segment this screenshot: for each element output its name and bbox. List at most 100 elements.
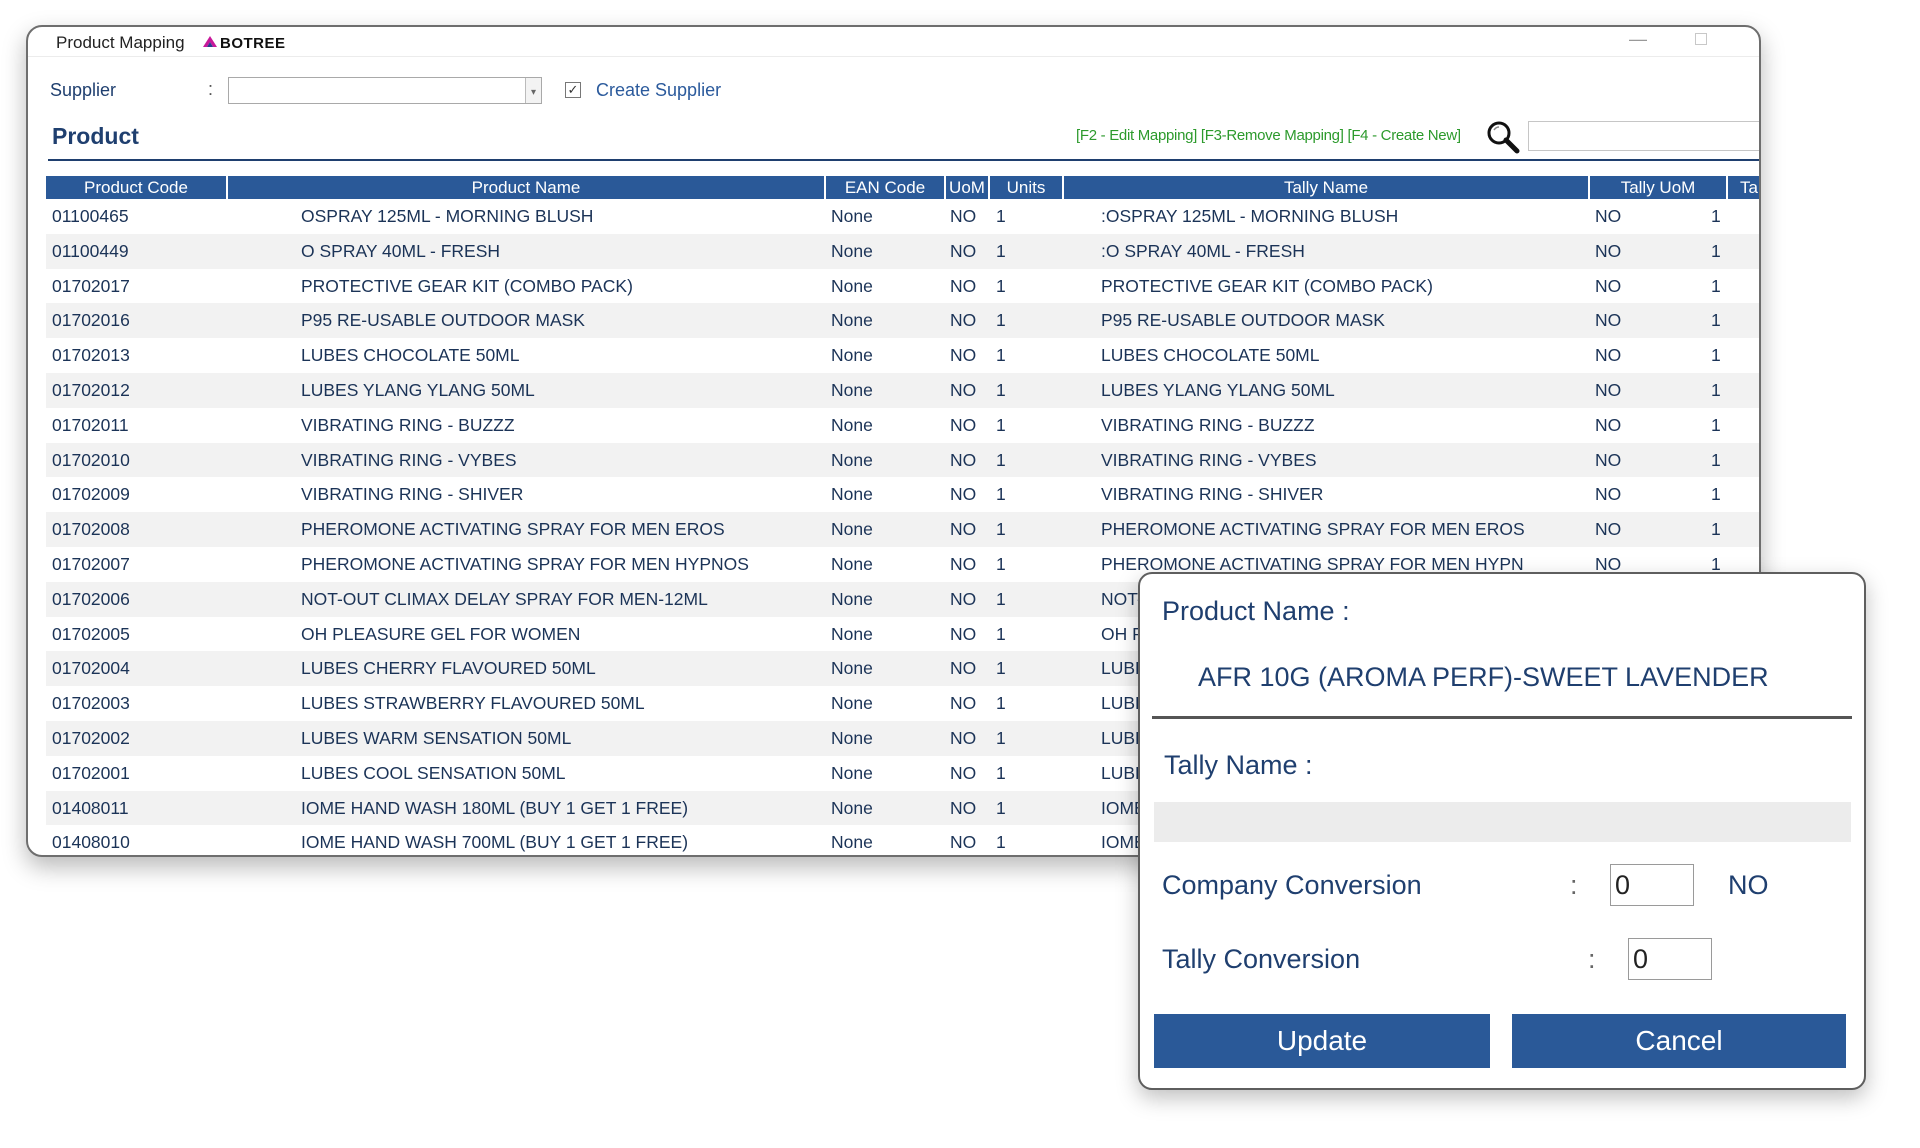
column-header-uom[interactable]: UoM — [946, 176, 990, 199]
table-row[interactable]: 01702017 PROTECTIVE GEAR KIT (COMBO PACK)… — [46, 269, 1759, 304]
cell-uom: NO — [950, 275, 977, 296]
dialog-divider — [1152, 716, 1852, 719]
column-header-units[interactable]: Units — [990, 176, 1064, 199]
tally-conversion-input[interactable]: 0 — [1628, 938, 1712, 980]
cell-product-code: 01702010 — [52, 449, 130, 470]
cell-tally: 1 — [1711, 275, 1721, 296]
cell-ean-code: None — [831, 310, 873, 331]
cell-tally-name: PHEROMONE ACTIVATING SPRAY FOR MEN EROS — [1101, 519, 1525, 540]
table-row[interactable]: 01702013 LUBES CHOCOLATE 50ML None NO 1 LUBES… — [46, 338, 1759, 373]
cell-uom: NO — [950, 658, 977, 679]
chevron-down-icon[interactable]: ▾ — [525, 78, 541, 103]
search-input[interactable] — [1528, 121, 1759, 151]
cell-tally-name: PROTECTIVE GEAR KIT (COMBO PACK) — [1101, 275, 1433, 296]
cell-uom: NO — [950, 240, 977, 261]
cell-product-code: 01702013 — [52, 345, 130, 366]
supplier-label: Supplier — [50, 80, 117, 100]
create-supplier-label[interactable]: Create Supplier — [596, 80, 721, 101]
cell-ean-code: None — [831, 623, 873, 644]
cell-units: 1 — [996, 240, 1006, 261]
cell-units: 1 — [996, 588, 1006, 609]
search-icon[interactable] — [1485, 119, 1521, 155]
cell-uom: NO — [950, 797, 977, 818]
product-name-label: Product Name : — [1162, 596, 1350, 626]
cell-ean-code: None — [831, 832, 873, 853]
table-row[interactable]: 01100449 O SPRAY 40ML - FRESH None NO 1:O SP… — [46, 233, 1759, 269]
cell-units: 1 — [996, 206, 1006, 226]
cell-uom: NO — [950, 484, 977, 505]
cell-uom: NO — [950, 206, 977, 226]
cell-product-code: 01702003 — [52, 693, 130, 714]
cell-tally: 1 — [1711, 484, 1721, 505]
cell-product-code: 01100449 — [52, 240, 129, 261]
cell-tally-name: LUBES CHOCOLATE 50ML — [1101, 345, 1320, 366]
column-header-tally-name[interactable]: Tally Name — [1064, 176, 1590, 199]
cell-tally-uom: NO — [1595, 449, 1622, 470]
cell-tally: 1 — [1711, 345, 1721, 366]
cell-uom: NO — [950, 762, 977, 783]
table-row[interactable]: 01100465 OSPRAY 125ML - MORNING BLUSH None… — [46, 199, 1759, 234]
table-row[interactable]: 01702016 P95 RE-USABLE OUTDOOR MASK None NO… — [46, 303, 1759, 339]
cell-product-name: LUBES STRAWBERRY FLAVOURED 50ML — [301, 693, 645, 714]
cell-units: 1 — [996, 832, 1006, 853]
cell-product-name: PHEROMONE ACTIVATING SPRAY FOR MEN EROS — [301, 519, 725, 540]
column-header-product-code[interactable]: Product Code — [46, 176, 228, 199]
cell-ean-code: None — [831, 588, 873, 609]
cell-ean-code: None — [831, 693, 873, 714]
cell-uom: NO — [950, 727, 977, 748]
cell-tally: 1 — [1711, 519, 1721, 540]
column-header-ean-code[interactable]: EAN Code — [826, 176, 946, 199]
cell-product-name: P95 RE-USABLE OUTDOOR MASK — [301, 310, 585, 331]
cell-product-name: VIBRATING RING - SHIVER — [301, 484, 524, 505]
cell-product-name: OH PLEASURE GEL FOR WOMEN — [301, 623, 581, 644]
supplier-dropdown[interactable]: ▾ — [228, 77, 542, 104]
tally-name-field[interactable] — [1154, 802, 1851, 842]
supplier-colon: : — [208, 79, 214, 99]
logo-text: BOTREE — [220, 34, 286, 52]
cell-ean-code: None — [831, 449, 873, 470]
cell-product-code: 01702011 — [52, 414, 129, 435]
company-conversion-unit: NO — [1728, 870, 1769, 900]
tally-conversion-colon: : — [1588, 944, 1596, 974]
cell-tally-uom: NO — [1595, 240, 1622, 261]
maximize-icon[interactable] — [1695, 33, 1707, 45]
tally-conversion-label: Tally Conversion — [1162, 944, 1361, 974]
table-row[interactable]: 01702009 VIBRATING RING - SHIVER None NO 1 VI… — [46, 477, 1759, 512]
cell-product-code: 01702017 — [52, 275, 130, 296]
botree-logo: BOTREE — [202, 34, 286, 52]
cell-product-code: 01702004 — [52, 658, 130, 679]
cell-units: 1 — [996, 727, 1006, 748]
column-header-tally-uom[interactable]: Tally UoM — [1590, 176, 1728, 199]
cell-units: 1 — [996, 414, 1006, 435]
shortcut-hints: [F2 - Edit Mapping] [F3-Remove Mapping] … — [1076, 127, 1461, 144]
cell-tally: 1 — [1711, 206, 1721, 226]
cell-product-name: LUBES COOL SENSATION 50ML — [301, 762, 566, 783]
column-header-product-name[interactable]: Product Name — [228, 176, 826, 199]
table-row[interactable]: 01702012 LUBES YLANG YLANG 50ML None NO 1 LUB… — [46, 372, 1759, 408]
table-row[interactable]: 01702008 PHEROMONE ACTIVATING SPRAY FOR M… — [46, 512, 1759, 547]
cell-ean-code: None — [831, 658, 873, 679]
minimize-icon[interactable]: — — [1629, 29, 1647, 50]
cell-tally-uom: NO — [1595, 519, 1622, 540]
company-conversion-label: Company Conversion — [1162, 870, 1422, 900]
cell-uom: NO — [950, 379, 977, 400]
cell-units: 1 — [996, 310, 1006, 331]
cell-uom: NO — [950, 414, 977, 435]
cell-ean-code: None — [831, 519, 873, 540]
cell-product-name: IOME HAND WASH 180ML (BUY 1 GET 1 FREE) — [301, 797, 689, 818]
update-button[interactable]: Update — [1154, 1014, 1490, 1068]
table-row[interactable]: 01702011 VIBRATING RING - BUZZZ None NO 1 VIB… — [46, 408, 1759, 443]
cell-ean-code: None — [831, 414, 873, 435]
cell-tally: 1 — [1711, 449, 1721, 470]
cell-product-code: 01408011 — [52, 797, 129, 818]
create-supplier-checkbox[interactable]: ✓ — [565, 82, 581, 98]
company-conversion-input[interactable]: 0 — [1610, 864, 1694, 906]
cell-ean-code: None — [831, 275, 873, 296]
company-conversion-colon: : — [1570, 870, 1578, 900]
column-header-tally[interactable]: Tally — [1728, 176, 1759, 199]
table-row[interactable]: 01702010 VIBRATING RING - VYBES None NO 1 VIB… — [46, 442, 1759, 478]
cancel-button[interactable]: Cancel — [1512, 1014, 1846, 1068]
cell-product-name: NOT-OUT CLIMAX DELAY SPRAY FOR MEN-12ML — [301, 588, 708, 609]
cell-tally: 1 — [1711, 240, 1721, 261]
product-heading: Product — [52, 123, 139, 149]
